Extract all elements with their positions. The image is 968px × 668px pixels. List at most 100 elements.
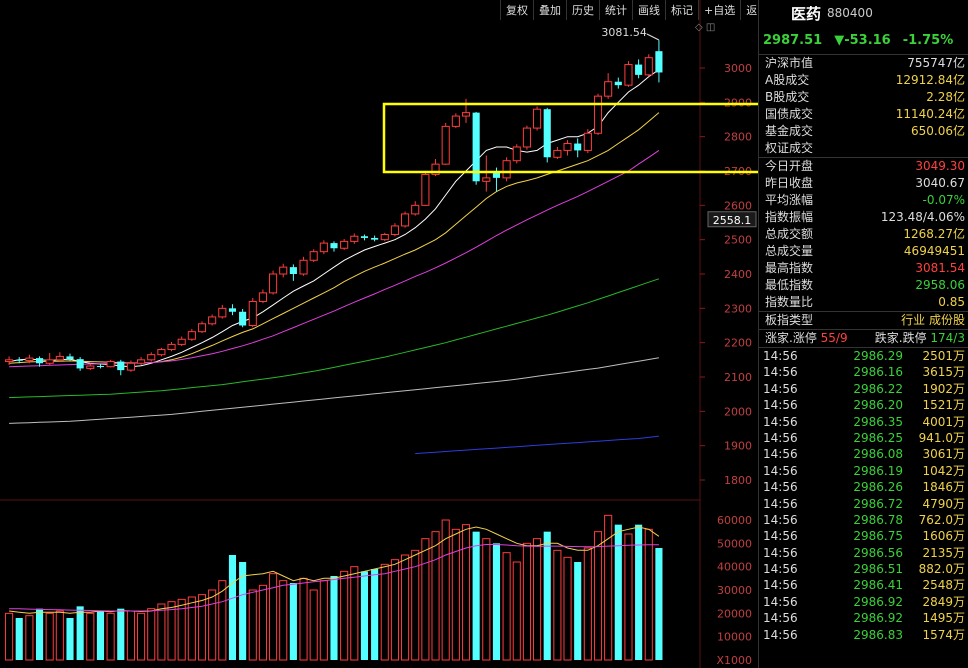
volume-bar (472, 531, 480, 660)
tick-row[interactable]: 14:56 2986.51 882.0万 (759, 561, 968, 577)
tick-row[interactable]: 14:56 2986.22 1902万 (759, 381, 968, 397)
toolbar-mark-button[interactable]: 标记 (665, 0, 698, 20)
tick-amount: 1902万 (922, 381, 965, 396)
tick-price: 2986.20 (853, 398, 903, 413)
tick-row[interactable]: 14:56 2986.83 1574万 (759, 627, 968, 643)
volume-bar (553, 549, 562, 661)
volume-bar (482, 538, 491, 661)
tick-row[interactable]: 14:56 2986.41 2548万 (759, 577, 968, 593)
tick-price: 2986.41 (853, 578, 903, 593)
volume-bar (502, 552, 511, 661)
toolbar-history-button[interactable]: 历史 (566, 0, 599, 20)
tick-row[interactable]: 14:56 2986.78 762.0万 (759, 512, 968, 528)
price-axis-label: 2500 (724, 234, 752, 247)
index-change: ▼-53.16 (834, 32, 891, 48)
tick-row[interactable]: 14:56 2986.72 4790万 (759, 496, 968, 512)
tick-time: 14:56 (763, 562, 798, 577)
volume-bar (380, 563, 389, 661)
volume-bar (167, 601, 176, 661)
max-price-pointer (646, 33, 660, 41)
toolbar-add-watchlist-button[interactable]: +自选 (698, 0, 740, 20)
tick-price: 2986.26 (853, 480, 903, 495)
stat-label: 基金成交 (765, 124, 814, 138)
tick-amount: 2135万 (922, 545, 965, 560)
volume-axis-label: 10000 (717, 631, 752, 644)
tick-row[interactable]: 14:56 2986.26 1846万 (759, 479, 968, 495)
volume-bar (187, 596, 196, 661)
tick-row[interactable]: 14:56 2986.92 1495万 (759, 610, 968, 626)
volume-bar (228, 555, 237, 660)
kline-chart-area[interactable]: 3000 2900 2800 2700 2600 2500 2400 2300 2200 2100… (0, 0, 768, 668)
stat-row: 国债成交 11140.24亿 (759, 106, 968, 123)
diamond-icon[interactable]: ◇ (695, 22, 703, 33)
tick-row[interactable]: 14:56 2986.29 2501万 (759, 348, 968, 364)
toolbar-draw-button[interactable]: 画线 (632, 0, 665, 20)
tick-time: 14:56 (763, 529, 798, 544)
volume-bar (258, 584, 267, 661)
volume-bar (76, 606, 84, 660)
toolbar-stats-button[interactable]: 统计 (599, 0, 632, 20)
candle-body (167, 343, 176, 351)
tick-price: 2986.51 (853, 562, 903, 577)
candle-body (330, 243, 338, 249)
candle-body (15, 359, 23, 361)
panel-toggle-icon[interactable]: ◫ (706, 22, 715, 33)
tick-row[interactable]: 14:56 2986.35 4001万 (759, 414, 968, 430)
stat-label: 权证成交 (765, 141, 814, 155)
stat-value: 12912.84亿 (895, 73, 965, 87)
volume-bar (126, 610, 135, 661)
candle-body (482, 177, 491, 182)
candle-body (411, 204, 420, 215)
volume-bar (55, 610, 64, 661)
tick-list[interactable]: 14:56 2986.29 2501万 14:56 2986.16 3615万 14:56 2… (759, 348, 968, 643)
stat-label: 今日开盘 (765, 159, 814, 173)
tick-row[interactable]: 14:56 2986.20 1521万 (759, 397, 968, 413)
candle-body (228, 308, 237, 312)
volume-bar (543, 531, 551, 660)
volume-bar (563, 556, 572, 661)
price-axis-label: 2300 (724, 302, 752, 315)
tick-row[interactable]: 14:56 2986.16 3615万 (759, 364, 968, 380)
candle-body (583, 132, 592, 151)
volume-bar (431, 531, 440, 661)
candle-body (461, 112, 471, 117)
tick-row[interactable]: 14:56 2986.56 2135万 (759, 545, 968, 561)
stat-value: 0.85 (938, 295, 965, 309)
toolbar-fuquan-button[interactable]: 复权 (500, 0, 533, 20)
volume-bar (340, 570, 349, 661)
candle-body (533, 108, 542, 129)
current-price-label: 2558.1 (713, 214, 752, 227)
stat-label: 最低指数 (765, 278, 814, 292)
stat-row: 基金成交 650.06亿 (759, 123, 968, 140)
tick-time: 14:56 (763, 578, 798, 593)
chart-option-icons[interactable]: ◇ ◫ (695, 22, 715, 33)
tick-row[interactable]: 14:56 2986.92 2849万 (759, 594, 968, 610)
tick-amount: 1846万 (922, 480, 965, 495)
tick-row[interactable]: 14:56 2986.75 1606万 (759, 528, 968, 544)
candle-body (299, 259, 308, 275)
kline-chart[interactable]: 3000290028002700260025002400230022002100… (0, 0, 758, 668)
tick-amount: 1521万 (922, 398, 965, 413)
volume-bar (15, 618, 23, 660)
index-price: 2987.51 (763, 32, 823, 48)
tick-time: 14:56 (763, 365, 798, 380)
candle-body (66, 356, 74, 360)
index-type-label: 板指类型 (765, 313, 814, 327)
tick-row[interactable]: 14:56 2986.19 1042万 (759, 463, 968, 479)
candle-body (350, 235, 359, 242)
candle-body (380, 234, 389, 241)
tick-amount: 4001万 (922, 414, 965, 429)
stat-value: -0.07% (922, 193, 965, 207)
toolbar-overlay-button[interactable]: 叠加 (533, 0, 566, 20)
candle-body (248, 300, 257, 327)
candle-body (604, 81, 613, 97)
candle-body (614, 81, 622, 86)
volume-bar (106, 612, 115, 661)
candle-body (177, 338, 186, 345)
stat-value: 755747亿 (907, 56, 965, 70)
candle-body (269, 273, 278, 294)
tick-row[interactable]: 14:56 2986.08 3061万 (759, 446, 968, 462)
tick-row[interactable]: 14:56 2986.25 941.0万 (759, 430, 968, 446)
tick-time: 14:56 (763, 381, 798, 396)
volume-bar (279, 580, 288, 661)
